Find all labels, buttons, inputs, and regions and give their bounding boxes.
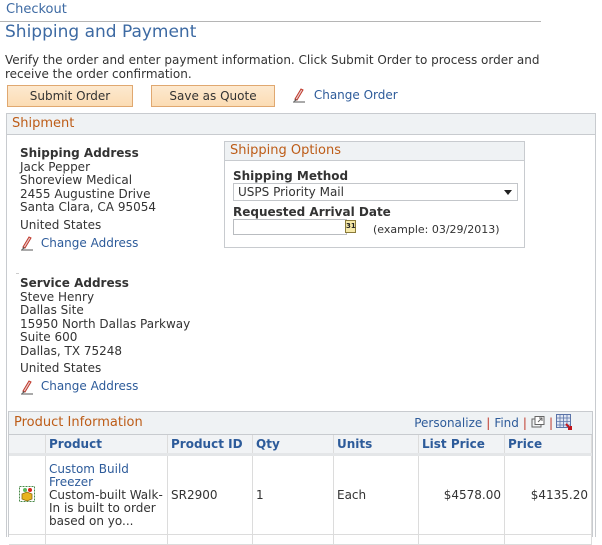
service-address-block: Service Address Steve Henry Dallas Site … xyxy=(20,276,191,395)
table-row xyxy=(9,534,592,545)
product-cell: Custom Build Freezer Custom-built Walk-I… xyxy=(45,454,168,535)
empty-cell xyxy=(167,534,253,545)
breadcrumb-checkout[interactable]: Checkout xyxy=(6,2,67,17)
shipping-address-line: Shoreview Medical xyxy=(20,173,133,187)
table-row: Custom Build Freezer Custom-built Walk-I… xyxy=(9,454,592,535)
divider-mark xyxy=(16,273,19,274)
intro-text: Verify the order and enter payment infor… xyxy=(5,53,540,81)
shipping-address-heading: Shipping Address xyxy=(20,146,139,160)
shipping-options-title: Shipping Options xyxy=(225,142,524,161)
product-information-title: Product Information xyxy=(14,415,143,430)
table-header-row: Product Product ID Qty Units List Price … xyxy=(9,435,592,456)
column-header-product-id[interactable]: Product ID xyxy=(167,435,253,456)
empty-cell xyxy=(418,534,505,545)
shipping-address-line: Jack Pepper xyxy=(20,159,90,174)
service-change-address-link[interactable]: Change Address xyxy=(20,379,190,395)
column-header-price[interactable]: Price xyxy=(504,435,592,456)
empty-cell xyxy=(252,534,334,545)
find-link[interactable]: Find xyxy=(494,416,519,430)
shipping-change-address-link[interactable]: Change Address xyxy=(20,235,156,251)
service-address-line: Suite 600 xyxy=(20,330,78,344)
product-box-icon[interactable] xyxy=(19,485,35,505)
product-description: Custom-built Walk-In is built to order b… xyxy=(49,487,163,528)
units-cell: Each xyxy=(333,454,419,535)
service-address-line: Steve Henry xyxy=(20,289,95,304)
column-header-product[interactable]: Product xyxy=(45,435,168,456)
shipping-address-country: United States xyxy=(20,217,102,232)
product-name-link[interactable]: Custom Build Freezer xyxy=(49,462,164,489)
save-as-quote-button[interactable]: Save as Quote xyxy=(151,85,275,107)
pencil-icon xyxy=(20,235,34,251)
page-title: Shipping and Payment xyxy=(5,22,197,42)
service-address-heading: Service Address xyxy=(20,276,129,290)
requested-arrival-date-input[interactable] xyxy=(233,219,347,235)
service-change-address-label[interactable]: Change Address xyxy=(41,379,139,393)
view-all-icon[interactable] xyxy=(531,413,545,435)
empty-cell xyxy=(9,534,46,545)
shipment-section-title: Shipment xyxy=(7,114,595,135)
submit-order-button[interactable]: Submit Order xyxy=(7,85,133,107)
change-order-label[interactable]: Change Order xyxy=(314,88,398,102)
shipping-method-label: Shipping Method xyxy=(233,169,349,183)
shipping-method-select[interactable]: USPS Priority Mail xyxy=(233,183,518,201)
qty-cell: 1 xyxy=(252,454,334,535)
product-image-cell xyxy=(9,454,46,535)
separator: | xyxy=(548,416,553,430)
product-table: Product Product ID Qty Units List Price … xyxy=(9,435,592,545)
column-header-list-price[interactable]: List Price xyxy=(418,435,505,456)
empty-cell xyxy=(45,534,168,545)
personalize-link[interactable]: Personalize xyxy=(414,416,482,430)
price-cell: $4135.20 xyxy=(504,454,592,535)
download-spreadsheet-icon[interactable] xyxy=(556,414,572,438)
separator: | xyxy=(522,416,527,430)
product-information-grid: Product Information Personalize | Find | | P… xyxy=(8,411,593,545)
service-address-line: 15950 North Dallas Parkway xyxy=(20,316,191,331)
service-address-country: United States xyxy=(20,361,102,375)
empty-cell xyxy=(333,534,419,545)
shipping-change-address-label[interactable]: Change Address xyxy=(41,236,139,250)
column-header-icon xyxy=(9,435,46,456)
product-id-cell: SR2900 xyxy=(167,454,253,535)
service-address-line: Dallas, TX 75248 xyxy=(20,343,123,358)
service-address-line: Dallas Site xyxy=(20,303,84,317)
column-header-units[interactable]: Units xyxy=(333,435,419,456)
product-information-header: Product Information Personalize | Find | | xyxy=(9,412,592,435)
separator: | xyxy=(486,416,491,430)
calendar-icon[interactable]: 31 xyxy=(345,220,356,233)
change-order-link[interactable]: Change Order xyxy=(292,87,398,103)
column-header-qty[interactable]: Qty xyxy=(252,435,334,456)
pencil-icon xyxy=(20,379,34,395)
shipping-address-block: Shipping Address Jack Pepper Shoreview M… xyxy=(20,146,157,251)
empty-cell xyxy=(504,534,592,545)
shipping-method-value: USPS Priority Mail xyxy=(238,185,344,199)
list-price-cell: $4578.00 xyxy=(418,454,505,535)
pencil-icon xyxy=(292,87,306,103)
grid-toolbar: Personalize | Find | | xyxy=(414,412,557,435)
requested-arrival-date-label: Requested Arrival Date xyxy=(233,205,391,219)
shipping-address-line: 2455 Augustine Drive xyxy=(20,186,151,201)
shipping-address-line: Santa Clara, CA 95054 xyxy=(20,200,157,214)
dropdown-arrow-icon xyxy=(504,190,512,195)
date-example-hint: (example: 03/29/2013) xyxy=(373,223,500,236)
